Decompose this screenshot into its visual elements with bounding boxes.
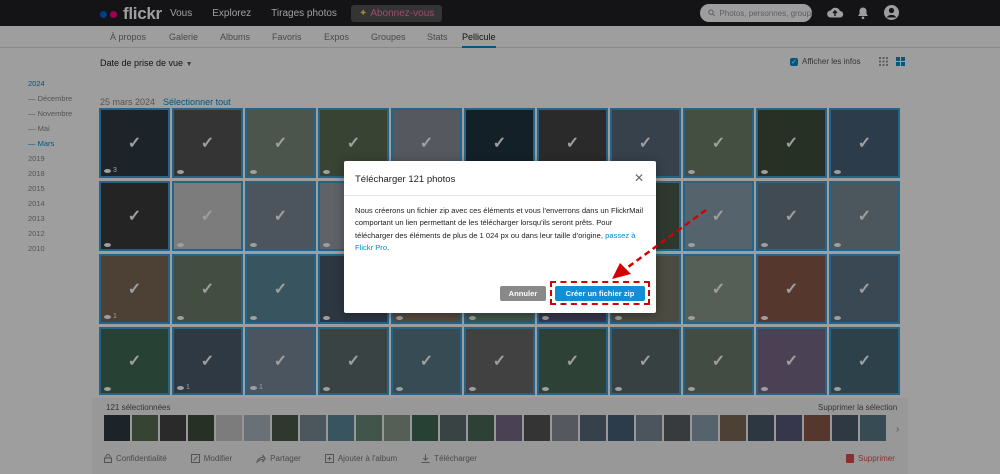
dialog-body-end: . — [387, 243, 390, 253]
dialog-body: Nous créerons un fichier zip avec ces él… — [355, 205, 647, 255]
annotation-highlight-box — [550, 281, 650, 305]
cancel-button[interactable]: Annuler — [500, 286, 546, 301]
dialog-divider — [344, 195, 656, 196]
close-icon[interactable]: ✕ — [634, 171, 644, 185]
dialog-body-text: Nous créerons un fichier zip avec ces él… — [355, 206, 644, 240]
dialog-title: Télécharger 121 photos — [355, 174, 456, 185]
